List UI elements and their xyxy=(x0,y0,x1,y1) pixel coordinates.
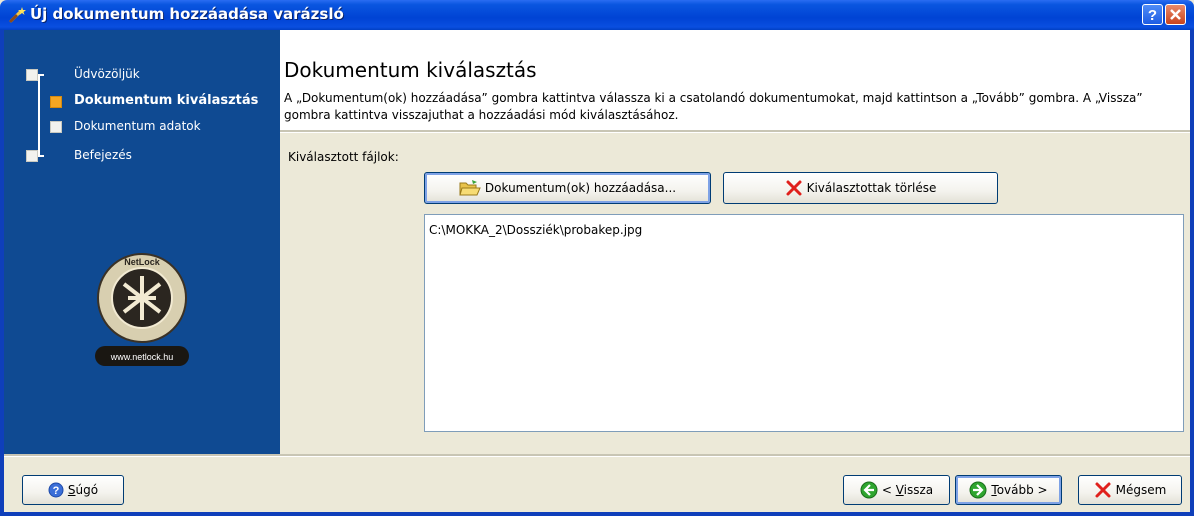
next-button[interactable]: Tovább > xyxy=(955,475,1062,505)
back-button[interactable]: < Vissza xyxy=(843,475,950,505)
sidebar-item-label: Dokumentum adatok xyxy=(74,119,201,133)
step-marker xyxy=(26,69,38,81)
step-marker-active xyxy=(50,96,62,108)
cancel-label: Mégsem xyxy=(1115,483,1167,497)
red-x-icon xyxy=(786,180,802,196)
list-item[interactable]: C:\MOKKA_2\Dossziék\probakep.jpg xyxy=(429,223,642,237)
window-border-bottom xyxy=(0,512,1194,516)
page-title: Dokumentum kiválasztás xyxy=(284,58,537,82)
step-marker xyxy=(50,121,62,133)
add-documents-label: Dokumentum(ok) hozzáadása... xyxy=(484,181,677,195)
add-documents-button[interactable]: Dokumentum(ok) hozzáadása... xyxy=(424,172,711,204)
netlock-logo: NetLock www.netlock.hu xyxy=(95,253,189,366)
help-title-button[interactable]: ? xyxy=(1142,4,1163,25)
sidebar-item-label: Üdvözöljük xyxy=(74,67,140,81)
folder-open-icon xyxy=(459,180,481,196)
footer-divider xyxy=(4,454,1190,457)
tree-connector xyxy=(38,155,44,157)
window-title: Új dokumentum hozzáadása varázsló xyxy=(30,5,344,23)
selected-files-label: Kiválasztott fájlok: xyxy=(288,150,399,164)
green-forward-arrow-icon xyxy=(969,481,987,499)
back-label: < Vissza xyxy=(881,483,934,497)
title-bar: Új dokumentum hozzáadása varázsló ? xyxy=(0,0,1194,30)
svg-text:?: ? xyxy=(1148,7,1157,24)
help-button[interactable]: ? Súgó xyxy=(22,475,124,505)
tree-connector xyxy=(38,74,44,76)
step-marker xyxy=(26,150,38,162)
wizard-window: Új dokumentum hozzáadása varázsló ? Üdvö… xyxy=(0,0,1194,516)
svg-text:?: ? xyxy=(53,485,60,497)
selected-files-list[interactable]: C:\MOKKA_2\Dossziék\probakep.jpg xyxy=(424,214,1184,432)
cancel-button[interactable]: Mégsem xyxy=(1078,475,1182,505)
clear-selected-label: Kiválasztottak törlése xyxy=(806,181,937,195)
step-header: Dokumentum kiválasztás A „Dokumentum(ok)… xyxy=(280,30,1190,130)
close-button[interactable] xyxy=(1165,4,1186,25)
next-label: Tovább > xyxy=(991,483,1048,497)
tree-connector xyxy=(38,74,40,156)
logo-ring-text: NetLock xyxy=(124,257,161,267)
help-label: Súgó xyxy=(67,483,99,497)
sidebar-item-label: Befejezés xyxy=(74,148,132,162)
window-border-right xyxy=(1190,30,1194,516)
clear-selected-button[interactable]: Kiválasztottak törlése xyxy=(723,172,998,204)
page-description: A „Dokumentum(ok) hozzáadása” gombra kat… xyxy=(284,91,1143,122)
sidebar-item-label: Dokumentum kiválasztás xyxy=(74,93,259,108)
close-icon xyxy=(1170,9,1181,20)
question-icon: ? xyxy=(1148,7,1157,24)
red-x-icon xyxy=(1095,482,1111,498)
wizard-steps-sidebar: Üdvözöljük Dokumentum kiválasztás Dokume… xyxy=(4,30,280,454)
logo-url: www.netlock.hu xyxy=(110,352,174,362)
green-back-arrow-icon xyxy=(860,481,878,499)
header-divider xyxy=(280,130,1190,133)
wand-icon xyxy=(9,7,26,23)
help-circle-icon: ? xyxy=(48,482,64,498)
